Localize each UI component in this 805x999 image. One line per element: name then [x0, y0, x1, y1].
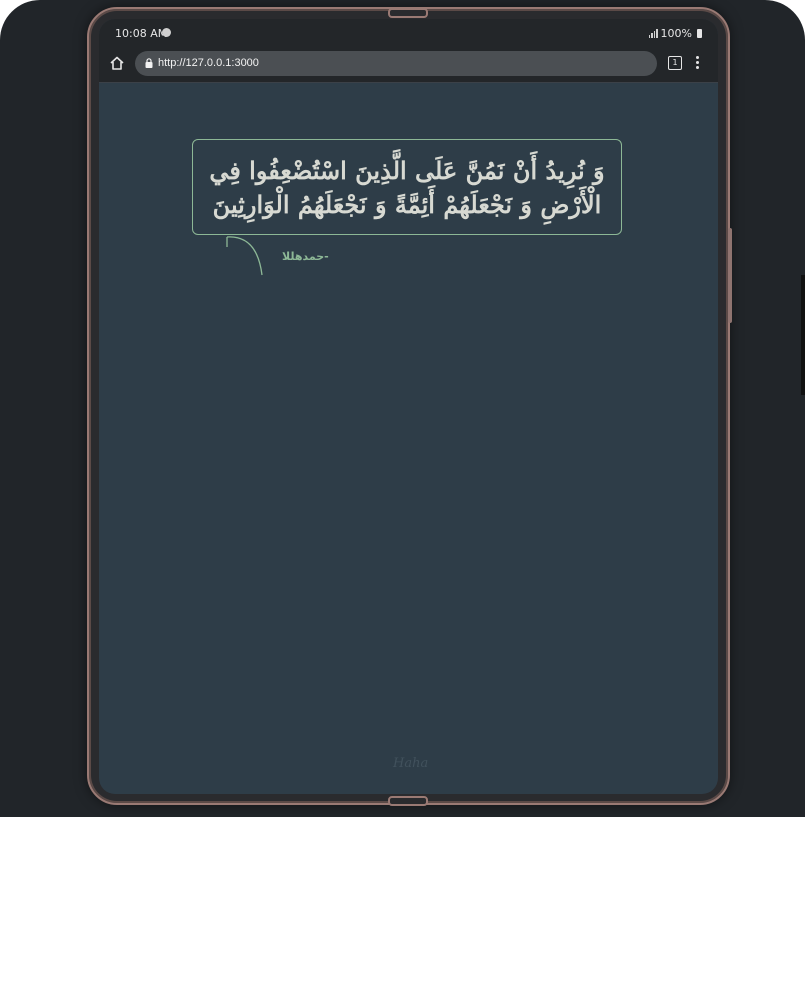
signal-icon — [648, 29, 658, 38]
url-text[interactable]: http://127.0.0.1:3000 — [158, 57, 259, 69]
address-bar[interactable]: http://127.0.0.1:3000 — [135, 51, 657, 76]
device-screen: 10:08 AM 100% http://127.0.0.1:3000 1 وَ… — [99, 19, 718, 794]
footer-logo: Haha — [393, 756, 429, 771]
status-time: 10:08 AM — [115, 27, 168, 40]
battery-icon — [697, 29, 702, 38]
menu-icon[interactable] — [696, 56, 700, 70]
browser-toolbar: http://127.0.0.1:3000 1 — [99, 47, 718, 83]
side-button — [728, 228, 732, 323]
edge-bar — [801, 275, 805, 395]
quote-text: وَ نُرِيدُ أَنْ نَمُنَّ عَلَى الَّذِينَ … — [209, 156, 605, 219]
tab-count: 1 — [672, 58, 678, 67]
quote-attribution: -حمدهللا — [282, 250, 329, 263]
spotify-icon — [162, 28, 171, 37]
status-right: 100% — [648, 27, 702, 40]
battery-percent: 100% — [660, 27, 692, 40]
quote-box: وَ نُرِيدُ أَنْ نَمُنَّ عَلَى الَّذِينَ … — [192, 139, 622, 235]
tabs-icon[interactable]: 1 — [668, 56, 682, 70]
lock-icon — [145, 58, 153, 68]
hinge-bottom — [388, 796, 428, 806]
home-icon[interactable] — [109, 55, 125, 71]
speech-bubble-tail — [226, 236, 263, 276]
status-bar: 10:08 AM 100% — [99, 19, 718, 47]
hinge-top — [388, 8, 428, 18]
